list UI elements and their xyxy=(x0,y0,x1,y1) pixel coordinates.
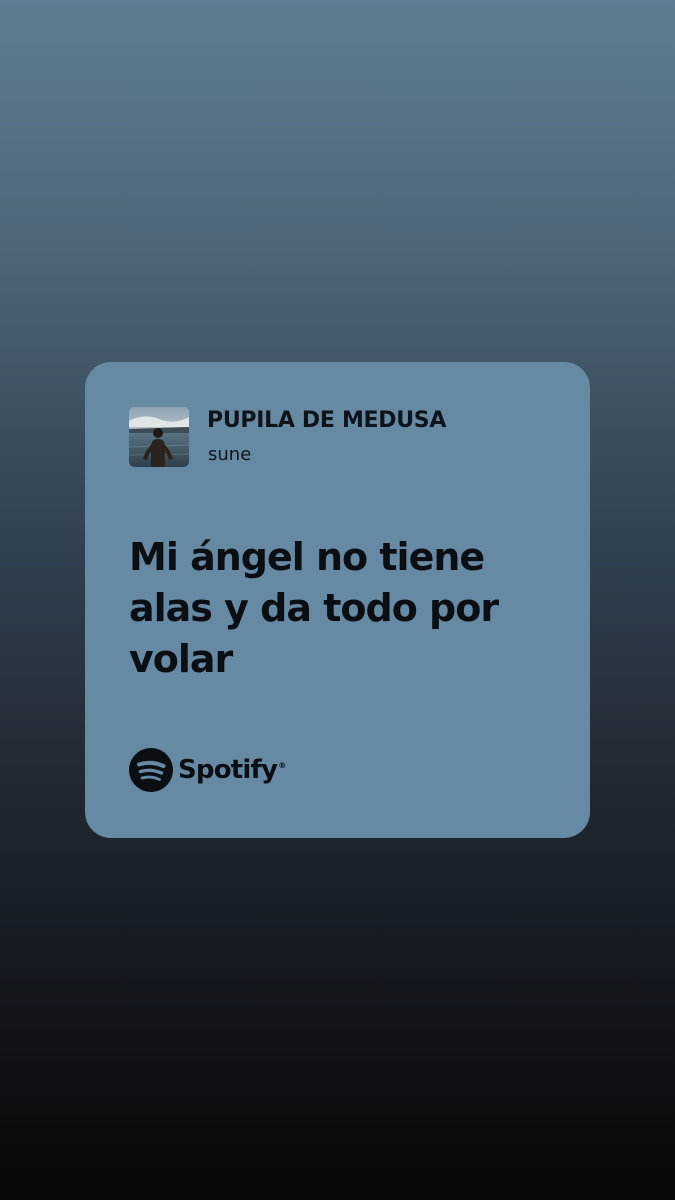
lyrics-text: Mi ángel no tiene alas y da todo por vol… xyxy=(129,532,549,685)
spotify-wordmark: Spotify® xyxy=(178,755,286,785)
spotify-logo-icon xyxy=(129,748,173,792)
lyrics-line: Mi ángel no tiene xyxy=(129,535,485,579)
track-title: PUPILA DE MEDUSA xyxy=(207,408,447,433)
spotify-brand: Spotify® xyxy=(129,747,286,793)
lyrics-line: volar xyxy=(129,637,233,681)
artist-name: sune xyxy=(208,444,252,465)
album-cover-image xyxy=(129,407,189,467)
lyrics-share-card: PUPILA DE MEDUSA sune Mi ángel no tiene … xyxy=(85,362,590,838)
album-cover xyxy=(129,407,189,467)
lyrics-line: alas y da todo por xyxy=(129,586,499,630)
